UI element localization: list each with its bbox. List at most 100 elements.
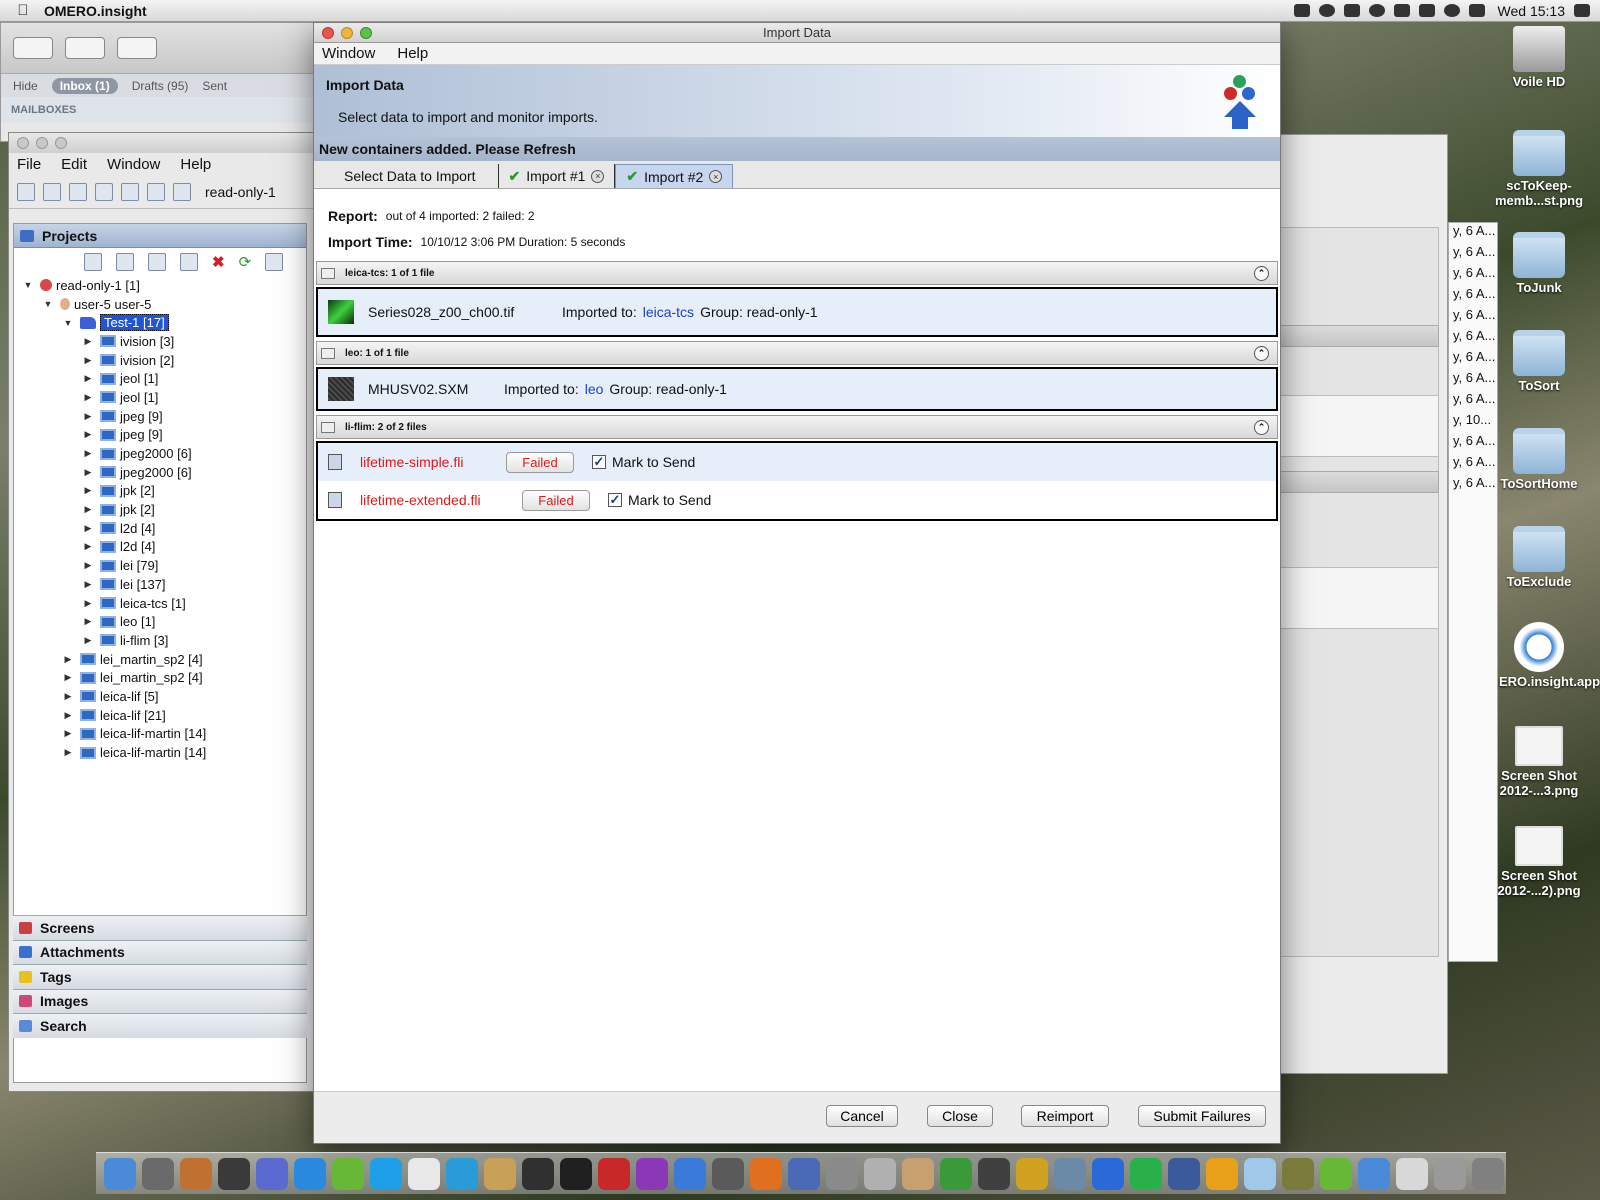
mail-hide-button[interactable]: Hide	[13, 79, 38, 93]
tree-item-label[interactable]: leo [1]	[120, 614, 155, 629]
dock-app-icon[interactable]	[750, 1157, 782, 1190]
tree-row[interactable]: ▶ jpeg2000 [6]	[14, 444, 306, 463]
dock-app-icon[interactable]	[104, 1157, 136, 1190]
tree-item-label[interactable]: leica-tcs [1]	[120, 596, 186, 611]
failed-status-button[interactable]: Failed	[506, 451, 574, 473]
lock-icon[interactable]	[1393, 4, 1410, 17]
collapse-icon[interactable]: ⌃	[1254, 346, 1269, 361]
tree-item-label[interactable]: leica-lif-martin [14]	[100, 745, 206, 760]
list-item[interactable]: y, 6 A...	[1449, 370, 1497, 391]
tree-row[interactable]: ▶ jpk [2]	[14, 482, 306, 501]
tree-row[interactable]: ▶ lei_martin_sp2 [4]	[14, 650, 306, 669]
list-item[interactable]: y, 6 A...	[1449, 349, 1497, 370]
tree-item-label[interactable]: lei_martin_sp2 [4]	[100, 670, 203, 685]
dock-app-icon[interactable]	[1358, 1157, 1390, 1190]
target-dataset-link[interactable]: leo	[585, 381, 604, 397]
dock-app-icon[interactable]	[1054, 1157, 1086, 1190]
tree-row[interactable]: ▼ Test-1 [17]	[14, 313, 306, 332]
sort-icon[interactable]	[265, 253, 284, 271]
dock-app-icon[interactable]	[332, 1157, 364, 1190]
tree-row[interactable]: ▶ ivision [3]	[14, 332, 306, 351]
tree-row[interactable]: ▶ jpeg [9]	[14, 426, 306, 445]
tree-item-label[interactable]: jpeg [9]	[120, 427, 163, 442]
dock-app-icon[interactable]	[598, 1157, 630, 1190]
tree-row[interactable]: ▶ jpeg [9]	[14, 407, 306, 426]
tree-item-label[interactable]: lei [137]	[120, 577, 166, 592]
tree-row[interactable]: ▶ ivision [2]	[14, 351, 306, 370]
tree-row[interactable]: ▼ read-only-1 [1]	[14, 276, 306, 295]
list-item[interactable]: y, 10...	[1449, 412, 1497, 433]
desktop-icon[interactable]: scToKeep-memb...st.png	[1478, 130, 1600, 208]
list-item[interactable]: y, 6 A...	[1449, 244, 1497, 265]
collapsed-arrow-icon[interactable]: ▶	[82, 373, 94, 384]
tree-item-label[interactable]: leica-lif-martin [14]	[100, 726, 206, 741]
dock-app-icon[interactable]	[978, 1157, 1010, 1190]
image-thumbnail[interactable]	[328, 300, 354, 324]
list-item[interactable]: y, 6 A...	[1449, 454, 1497, 475]
tree-item-label[interactable]: ivision [3]	[120, 334, 174, 349]
compose-icon[interactable]	[65, 37, 105, 59]
list-item[interactable]: y, 6 A...	[1449, 391, 1497, 412]
tree-item-label[interactable]: jpk [2]	[120, 483, 155, 498]
tree-row[interactable]: ▶ leo [1]	[14, 612, 306, 631]
list-item[interactable]: y, 6 A...	[1449, 475, 1497, 496]
failed-file-name[interactable]: lifetime-extended.fli	[360, 492, 522, 508]
expanded-arrow-icon[interactable]: ▼	[22, 280, 34, 290]
expanded-arrow-icon[interactable]: ▼	[42, 299, 54, 309]
mail-inbox-button[interactable]: Inbox (1)	[51, 77, 118, 94]
envelope-icon[interactable]	[13, 37, 53, 59]
dock-app-icon[interactable]	[180, 1157, 212, 1190]
group-header-leica-tcs[interactable]: leica-tcs: 1 of 1 file ⌃	[316, 261, 1278, 285]
collapsed-arrow-icon[interactable]: ▶	[82, 560, 94, 571]
tree-row[interactable]: ▶ leica-lif [5]	[14, 687, 306, 706]
failed-file-name[interactable]: lifetime-simple.fli	[360, 454, 506, 470]
tree-item-label[interactable]: jpeg [9]	[120, 409, 163, 424]
collapsed-arrow-icon[interactable]: ▶	[82, 429, 94, 440]
dock-app-icon[interactable]	[1016, 1157, 1048, 1190]
collapsed-arrow-icon[interactable]: ▶	[82, 523, 94, 534]
list-item[interactable]: y, 6 A...	[1449, 223, 1497, 244]
menu-help[interactable]: Help	[180, 156, 211, 173]
tree-row[interactable]: ▶ leica-tcs [1]	[14, 594, 306, 613]
cancel-button[interactable]: Cancel	[826, 1105, 898, 1127]
tree-row[interactable]: ▶ jpeg2000 [6]	[14, 463, 306, 482]
new-icon[interactable]	[84, 253, 102, 271]
collapsed-arrow-icon[interactable]: ▶	[62, 654, 74, 665]
collapse-icon[interactable]: ⌃	[1254, 266, 1269, 281]
mark-to-send-label[interactable]: Mark to Send	[612, 454, 695, 470]
panel-tags[interactable]: Tags	[13, 964, 307, 989]
current-group-label[interactable]: read-only-1	[205, 184, 276, 200]
collapsed-arrow-icon[interactable]: ▶	[82, 579, 94, 590]
tree-row[interactable]: ▶ li-flim [3]	[14, 631, 306, 650]
collapsed-arrow-icon[interactable]: ▶	[82, 616, 94, 627]
panel-images[interactable]: Images	[13, 988, 307, 1013]
users-icon[interactable]	[121, 182, 139, 201]
paste-icon[interactable]	[180, 253, 198, 271]
tree-item-label[interactable]: lei [79]	[120, 558, 158, 573]
collapsed-arrow-icon[interactable]: ▶	[62, 747, 74, 758]
dock-app-icon[interactable]	[522, 1157, 554, 1190]
dock-app-icon[interactable]	[1282, 1157, 1314, 1190]
tree-row[interactable]: ▶ lei [79]	[14, 556, 306, 575]
panel-attachments[interactable]: Attachments	[13, 939, 307, 964]
zoom-window-icon[interactable]	[55, 137, 67, 149]
collapsed-arrow-icon[interactable]: ▶	[82, 598, 94, 609]
tree-row[interactable]: ▶ leica-lif-martin [14]	[14, 743, 306, 762]
dock-app-icon[interactable]	[826, 1157, 858, 1190]
dock-app-icon[interactable]	[788, 1157, 820, 1190]
mark-to-send-label[interactable]: Mark to Send	[628, 492, 711, 508]
list-item[interactable]: y, 6 A...	[1449, 328, 1497, 349]
dock-app-icon[interactable]	[902, 1157, 934, 1190]
mail-sent-button[interactable]: Sent	[202, 79, 227, 93]
dock-app-icon[interactable]	[218, 1157, 250, 1190]
dock-app-icon[interactable]	[1168, 1157, 1200, 1190]
tab-select-data-to-import[interactable]: Select Data to Import	[322, 164, 499, 188]
collapsed-arrow-icon[interactable]: ▶	[82, 485, 94, 496]
mark-to-send-checkbox[interactable]: ✓	[592, 454, 606, 469]
dock-app-icon[interactable]	[484, 1157, 516, 1190]
tree-row[interactable]: ▶ lei [137]	[14, 575, 306, 594]
tree-item-label[interactable]: li-flim [3]	[120, 633, 168, 648]
collapsed-arrow-icon[interactable]: ▶	[82, 392, 94, 403]
target-dataset-link[interactable]: leica-tcs	[643, 304, 694, 320]
reimport-button[interactable]: Reimport	[1021, 1105, 1109, 1127]
